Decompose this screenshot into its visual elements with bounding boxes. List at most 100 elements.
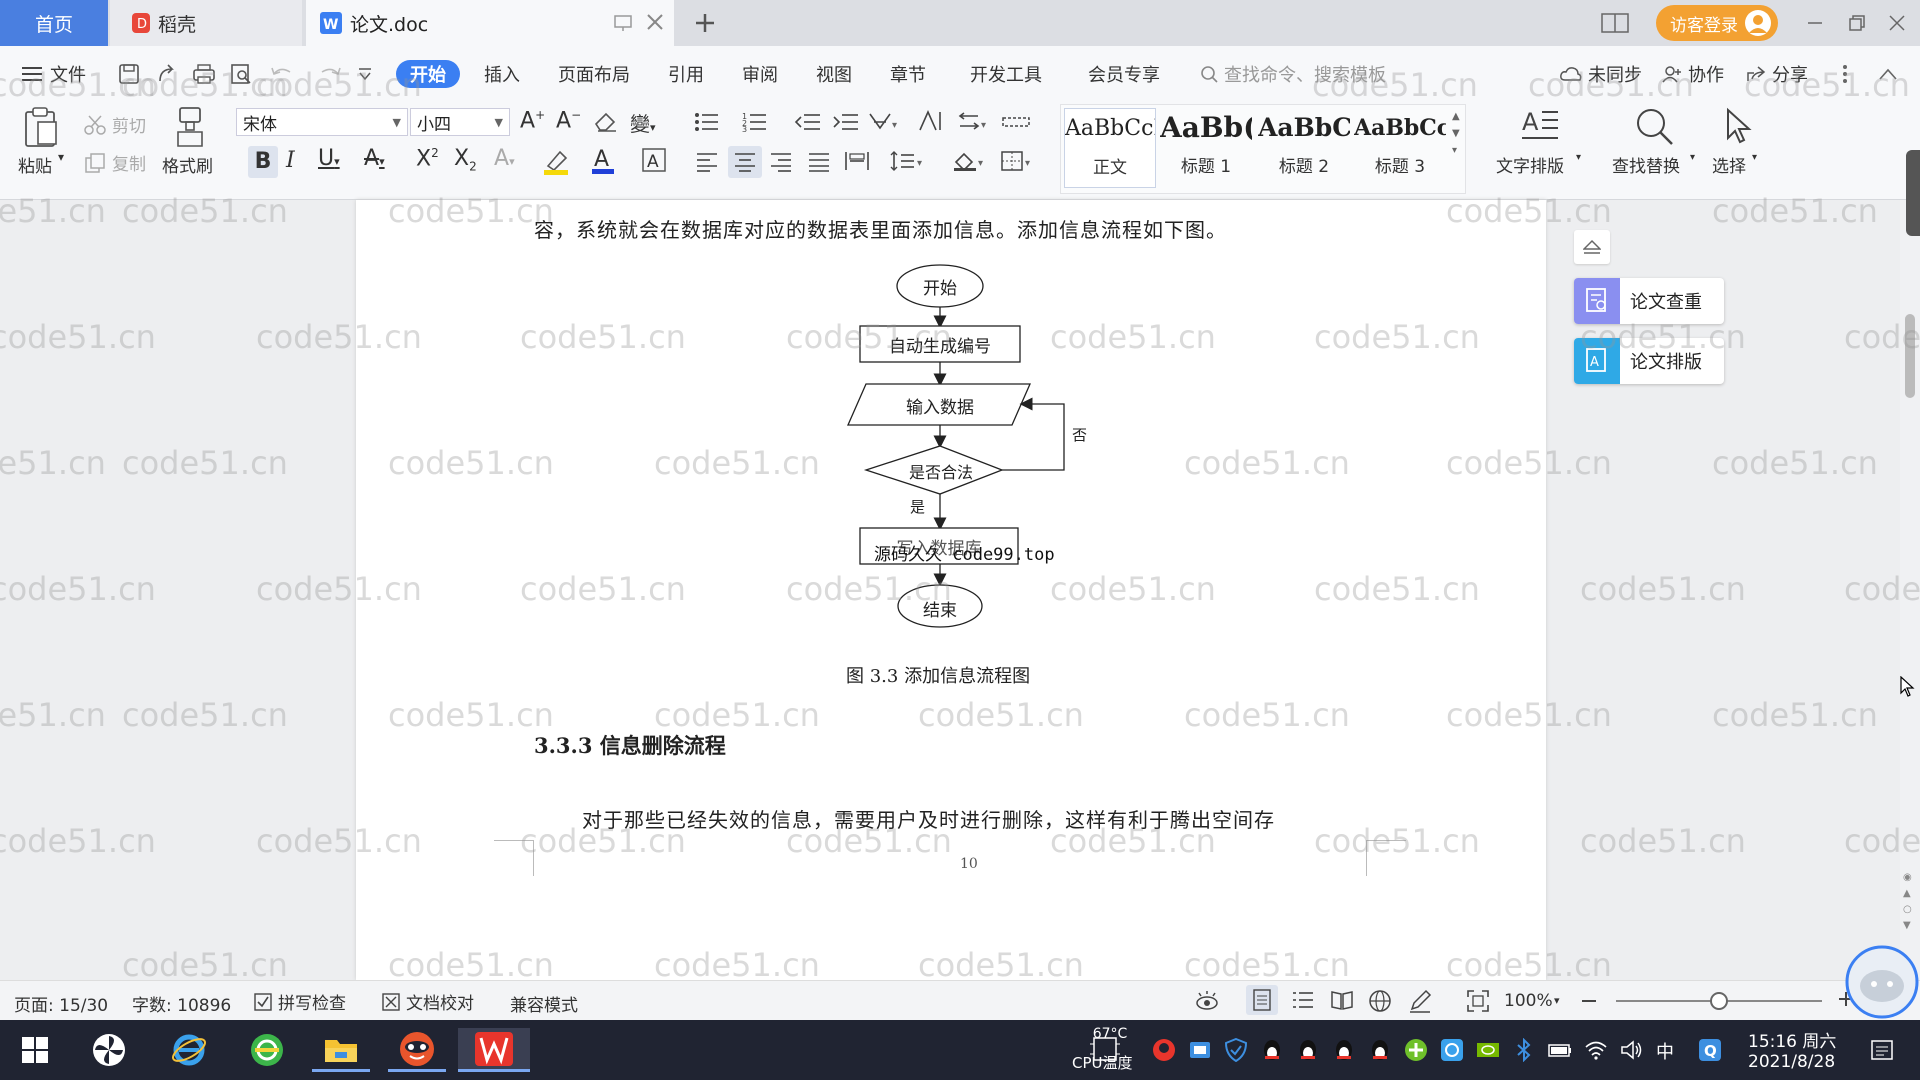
outline-view-icon[interactable] (1292, 990, 1314, 1010)
redo-icon[interactable] (316, 60, 346, 88)
print-preview-icon[interactable] (230, 60, 252, 88)
browser-360-icon[interactable] (238, 1028, 296, 1072)
taskbar-app-pinwheel-icon[interactable] (80, 1028, 138, 1072)
text-layout-label[interactable]: 文字排版 (1496, 152, 1564, 177)
tab-daoke[interactable]: D 稻壳 (110, 0, 302, 46)
pin-window-icon[interactable] (614, 14, 632, 32)
phonetic-guide-icon[interactable]: 變▾ (630, 108, 656, 137)
strikethrough-button[interactable]: A▾ (364, 146, 385, 171)
fit-page-icon[interactable] (1466, 989, 1490, 1013)
menu-developer[interactable]: 开发工具 (970, 60, 1042, 88)
styles-scroll-icon[interactable]: ▲ ▼ ▾ (1452, 108, 1460, 159)
print-icon[interactable] (192, 60, 216, 88)
share-button[interactable]: 分享 (1746, 60, 1808, 88)
wps-writer-icon[interactable] (458, 1028, 530, 1072)
bold-button[interactable]: B (248, 146, 278, 178)
web-view-icon[interactable] (1368, 989, 1392, 1013)
wifi-icon[interactable] (1584, 1038, 1608, 1062)
select-cursor-icon[interactable] (1722, 106, 1754, 146)
tab-home[interactable]: 首页 (0, 0, 108, 46)
paste-dropdown-icon[interactable]: ▾ (58, 150, 64, 164)
distribute-icon[interactable] (844, 150, 870, 172)
qq-penguin-icon[interactable] (1368, 1038, 1392, 1062)
text-effect-button[interactable]: A▾ (494, 146, 515, 171)
eye-protect-icon[interactable] (1194, 989, 1220, 1013)
minimize-icon[interactable] (1798, 0, 1832, 46)
show-marks-icon[interactable] (1002, 112, 1030, 132)
clear-format-icon[interactable] (594, 112, 618, 132)
tray-app-icon[interactable] (1188, 1038, 1212, 1062)
find-replace-label[interactable]: 查找替换 (1612, 152, 1680, 177)
command-search[interactable]: 查找命令、搜索模板 (1200, 60, 1386, 88)
doc-proof-button[interactable]: 文档校对 (382, 989, 474, 1014)
decrease-font-icon[interactable]: A− (556, 108, 581, 133)
cut-button[interactable]: 剪切 (84, 112, 146, 137)
find-replace-icon[interactable] (1634, 106, 1674, 146)
qq-penguin-icon[interactable] (1332, 1038, 1356, 1062)
zoom-level[interactable]: 100% (1504, 991, 1553, 1011)
reading-view-icon[interactable] (1330, 989, 1354, 1011)
page-nav-icon[interactable]: ◉ ▲ ○ ▼ (1903, 870, 1912, 934)
font-size-select[interactable]: 小四 ▼ (410, 108, 510, 136)
input-method-indicator[interactable]: 中 (1656, 1038, 1674, 1064)
collapse-ribbon-icon[interactable] (1878, 60, 1898, 88)
notification-center-icon[interactable] (1870, 1038, 1894, 1062)
decrease-indent-icon[interactable] (794, 112, 820, 132)
vertical-scrollbar[interactable]: ◉ ▲ ○ ▼ (1900, 200, 1920, 980)
export-icon[interactable] (156, 60, 178, 88)
increase-font-icon[interactable]: A+ (520, 108, 545, 133)
zoom-slider-thumb[interactable] (1710, 992, 1728, 1010)
highlight-icon[interactable] (542, 148, 574, 176)
align-right-icon[interactable] (770, 152, 792, 172)
format-painter-button[interactable] (174, 106, 206, 148)
file-menu[interactable]: 文件 (22, 60, 86, 88)
subscript-button[interactable]: X2 (454, 146, 477, 173)
menu-start[interactable]: 开始 (396, 60, 460, 88)
char-border-icon[interactable]: A (642, 148, 666, 172)
style-heading-1[interactable]: AaBb( 标题 1 (1160, 108, 1252, 188)
tab-document[interactable]: W 论文.doc (306, 0, 674, 46)
line-break-icon[interactable]: ▾ (956, 112, 990, 132)
numbered-list-icon[interactable]: 123 (742, 112, 774, 132)
save-icon[interactable] (118, 60, 140, 88)
align-left-icon[interactable] (696, 152, 718, 172)
clock-time[interactable]: 15:16 周六 (1748, 1027, 1836, 1052)
style-normal[interactable]: AaBbCcI 正文 (1064, 108, 1156, 188)
zoom-out-icon[interactable] (1582, 1000, 1596, 1002)
side-handle[interactable] (1906, 150, 1920, 236)
word-count[interactable]: 字数: 10896 (132, 991, 231, 1016)
menu-insert[interactable]: 插入 (484, 60, 520, 88)
paper-check-button[interactable]: 论文查重 (1574, 278, 1724, 324)
security-shield-icon[interactable] (1224, 1038, 1248, 1062)
align-center-icon[interactable] (728, 146, 762, 178)
underline-button[interactable]: U▾ (318, 146, 340, 171)
bullet-list-icon[interactable] (694, 112, 726, 132)
style-heading-2[interactable]: AaBbC 标题 2 (1258, 108, 1350, 188)
qq-penguin-icon[interactable] (1260, 1038, 1284, 1062)
text-layout-icon[interactable]: A (1520, 106, 1560, 144)
shading-icon[interactable]: ▾ (952, 150, 988, 172)
window-layout-icon[interactable] (1598, 0, 1632, 46)
page-view-icon[interactable] (1246, 985, 1278, 1015)
windows-start-icon[interactable] (6, 1028, 64, 1072)
menu-member[interactable]: 会员专享 (1088, 60, 1160, 88)
bluetooth-icon[interactable] (1512, 1038, 1536, 1062)
chinese-layout-icon[interactable]: ▾ (868, 110, 902, 132)
clock-date[interactable]: 2021/8/28 (1748, 1052, 1835, 1072)
zoom-slider-track[interactable] (1616, 992, 1822, 1010)
font-name-select[interactable]: 宋体 ▼ (236, 108, 408, 136)
qq-tray-icon[interactable]: Q (1698, 1038, 1722, 1062)
font-color-icon[interactable]: A (592, 146, 622, 176)
menu-review[interactable]: 审阅 (742, 60, 778, 88)
write-mode-icon[interactable] (1408, 989, 1432, 1013)
scrollbar-thumb[interactable] (1905, 314, 1915, 398)
text-direction-icon[interactable] (918, 110, 942, 132)
nvidia-icon[interactable] (1476, 1038, 1500, 1062)
tray-app-icon[interactable] (1152, 1038, 1176, 1062)
assistant-avatar-icon[interactable] (1844, 944, 1920, 1020)
internet-explorer-icon[interactable] (160, 1028, 218, 1072)
new-tab-icon[interactable] (690, 0, 720, 46)
menu-page-layout[interactable]: 页面布局 (558, 60, 630, 88)
zoom-dropdown-icon[interactable]: ▾ (1554, 994, 1560, 1007)
menu-chapter[interactable]: 章节 (890, 60, 926, 88)
